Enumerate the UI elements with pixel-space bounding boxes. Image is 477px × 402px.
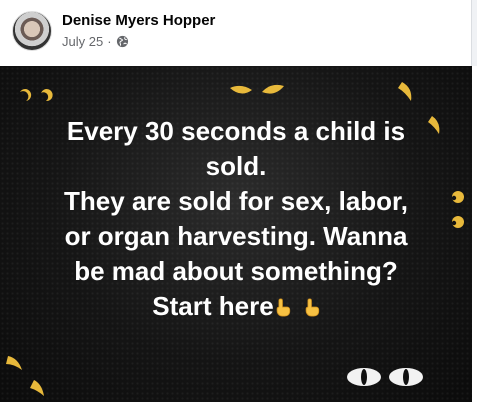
post-message: Every 30 seconds a child is sold. They a… — [20, 114, 452, 324]
index-pointing-up-emoji — [276, 298, 290, 317]
post-image[interactable]: Every 30 seconds a child is sold. They a… — [0, 66, 472, 402]
message-line: be mad about something? — [74, 256, 398, 286]
message-line: Start here — [152, 291, 274, 321]
message-line: sold. — [205, 151, 267, 181]
message-line: They are sold for sex, labor, — [64, 186, 408, 216]
message-last-line: Start here — [20, 289, 452, 324]
post-meta: July 25 · — [62, 34, 129, 49]
post-header: Denise Myers Hopper July 25 · — [0, 0, 477, 66]
scrollbar-edge — [471, 0, 477, 66]
message-line: Every 30 seconds a child is — [66, 116, 406, 146]
meta-separator: · — [107, 34, 112, 49]
post-date[interactable]: July 25 — [62, 34, 103, 49]
author-name[interactable]: Denise Myers Hopper — [62, 12, 215, 29]
globe-icon[interactable] — [116, 35, 129, 48]
index-pointing-up-emoji — [305, 298, 319, 317]
author-avatar[interactable] — [12, 11, 52, 51]
message-line: or organ harvesting. Wanna — [64, 221, 408, 251]
